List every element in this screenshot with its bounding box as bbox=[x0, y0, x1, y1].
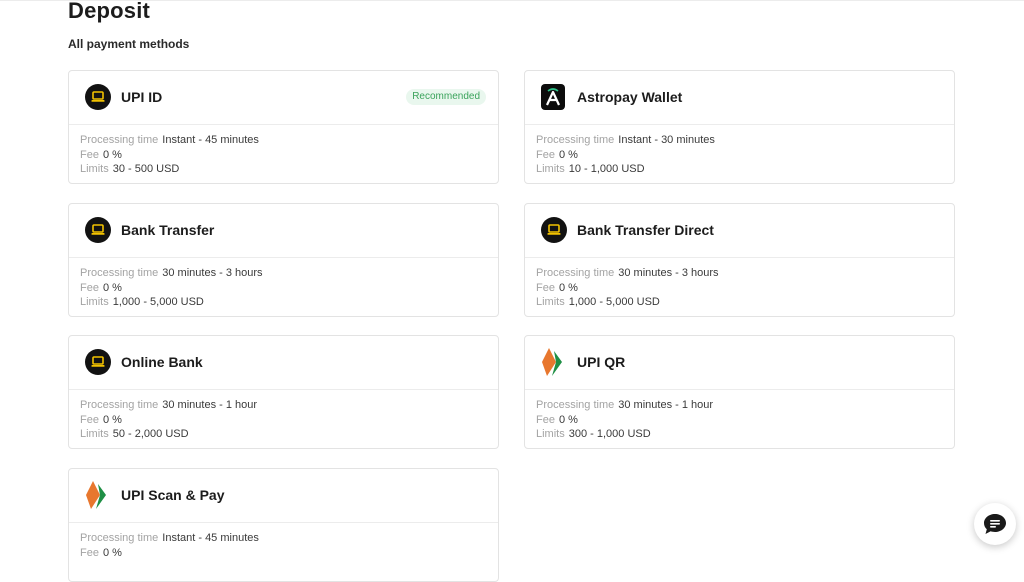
processing-label: Processing time bbox=[536, 267, 615, 279]
method-name: Bank Transfer bbox=[121, 222, 215, 238]
recommended-badge: Recommended bbox=[406, 89, 486, 105]
page-title: Deposit bbox=[68, 0, 151, 23]
card-details: Processing time 30 minutes - 1 hour Fee 0 … bbox=[525, 390, 954, 442]
method-name: Bank Transfer Direct bbox=[577, 222, 714, 238]
fee-label: Fee bbox=[536, 148, 555, 161]
payment-method-card-bank-transfer-direct[interactable]: Bank Transfer Direct Processing time 30 m… bbox=[524, 203, 955, 317]
limits-label: Limits bbox=[536, 428, 565, 440]
card-header: Bank Transfer Direct bbox=[525, 204, 954, 258]
method-name: UPI QR bbox=[577, 354, 626, 370]
fee-label: Fee bbox=[80, 148, 99, 161]
card-header: UPI ID Recommended bbox=[69, 71, 498, 125]
fee-label: Fee bbox=[80, 546, 99, 559]
fee-label: Fee bbox=[536, 281, 555, 294]
processing-label: Processing time bbox=[80, 267, 159, 279]
astropay-logo-icon bbox=[541, 84, 567, 110]
card-header: Astropay Wallet bbox=[525, 71, 954, 125]
fee-value: 0 % bbox=[558, 413, 578, 426]
card-details: Processing time Instant - 30 minutes Fee 0… bbox=[525, 125, 954, 177]
card-details: Processing time Instant - 45 minutes Fee 0… bbox=[69, 125, 498, 177]
fee-label: Fee bbox=[536, 413, 555, 426]
upi-logo-icon bbox=[541, 348, 567, 376]
card-details: Processing time 30 minutes - 3 hours Fee 0… bbox=[525, 258, 954, 310]
laptop-icon bbox=[85, 349, 111, 375]
section-label: All payment methods bbox=[68, 37, 190, 51]
processing-value: Instant - 30 minutes bbox=[618, 134, 715, 146]
payment-method-card-online-bank[interactable]: Online Bank Processing time 30 minutes - … bbox=[68, 335, 499, 449]
method-name: UPI Scan & Pay bbox=[121, 487, 225, 503]
fee-value: 0 % bbox=[102, 546, 122, 559]
processing-label: Processing time bbox=[80, 399, 159, 411]
method-name: UPI ID bbox=[121, 89, 163, 105]
fee-value: 0 % bbox=[102, 281, 122, 294]
fee-value: 0 % bbox=[102, 413, 122, 426]
payment-method-card-upi-qr[interactable]: UPI QR Processing time 30 minutes - 1 hou… bbox=[524, 335, 955, 449]
card-details: Processing time 30 minutes - 1 hour Fee 0 … bbox=[69, 390, 498, 442]
top-divider bbox=[0, 0, 1024, 1]
limits-label: Limits bbox=[80, 428, 109, 440]
card-header: UPI QR bbox=[525, 336, 954, 390]
payment-method-card-bank-transfer[interactable]: Bank Transfer Processing time 30 minutes … bbox=[68, 203, 499, 317]
card-header: Bank Transfer bbox=[69, 204, 498, 258]
processing-value: Instant - 45 minutes bbox=[162, 532, 259, 544]
processing-value: 30 minutes - 1 hour bbox=[618, 399, 714, 411]
limits-label: Limits bbox=[536, 296, 565, 308]
payment-method-card-upi-scan-pay[interactable]: UPI Scan & Pay Processing time Instant - … bbox=[68, 468, 499, 582]
processing-label: Processing time bbox=[80, 532, 159, 544]
laptop-icon bbox=[85, 84, 111, 110]
chat-bubble-icon bbox=[984, 514, 1006, 534]
payment-method-card-upi-id[interactable]: UPI ID Recommended Processing time Instan… bbox=[68, 70, 499, 184]
processing-label: Processing time bbox=[536, 399, 615, 411]
limits-value: 300 - 1,000 USD bbox=[568, 428, 651, 440]
fee-label: Fee bbox=[80, 281, 99, 294]
fee-label: Fee bbox=[80, 413, 99, 426]
payment-method-card-astropay-wallet[interactable]: Astropay Wallet Processing time Instant -… bbox=[524, 70, 955, 184]
limits-value: 50 - 2,000 USD bbox=[112, 428, 189, 440]
limits-label: Limits bbox=[80, 163, 109, 175]
processing-value: 30 minutes - 3 hours bbox=[162, 267, 263, 279]
upi-logo-icon bbox=[85, 481, 111, 509]
chat-support-button[interactable] bbox=[974, 503, 1016, 545]
fee-value: 0 % bbox=[558, 148, 578, 161]
card-details: Processing time Instant - 45 minutes Fee 0… bbox=[69, 523, 498, 560]
card-details: Processing time 30 minutes - 3 hours Fee 0… bbox=[69, 258, 498, 310]
processing-value: 30 minutes - 3 hours bbox=[618, 267, 719, 279]
processing-value: Instant - 45 minutes bbox=[162, 134, 259, 146]
processing-value: 30 minutes - 1 hour bbox=[162, 399, 258, 411]
fee-value: 0 % bbox=[558, 281, 578, 294]
limits-label: Limits bbox=[80, 296, 109, 308]
limits-label: Limits bbox=[536, 163, 565, 175]
method-name: Online Bank bbox=[121, 354, 203, 370]
fee-value: 0 % bbox=[102, 148, 122, 161]
limits-value: 30 - 500 USD bbox=[112, 163, 180, 175]
processing-label: Processing time bbox=[536, 134, 615, 146]
laptop-icon bbox=[541, 217, 567, 243]
laptop-icon bbox=[85, 217, 111, 243]
card-header: Online Bank bbox=[69, 336, 498, 390]
limits-value: 10 - 1,000 USD bbox=[568, 163, 645, 175]
method-name: Astropay Wallet bbox=[577, 89, 683, 105]
limits-value: 1,000 - 5,000 USD bbox=[568, 296, 660, 308]
card-header: UPI Scan & Pay bbox=[69, 469, 498, 523]
limits-value: 1,000 - 5,000 USD bbox=[112, 296, 204, 308]
processing-label: Processing time bbox=[80, 134, 159, 146]
